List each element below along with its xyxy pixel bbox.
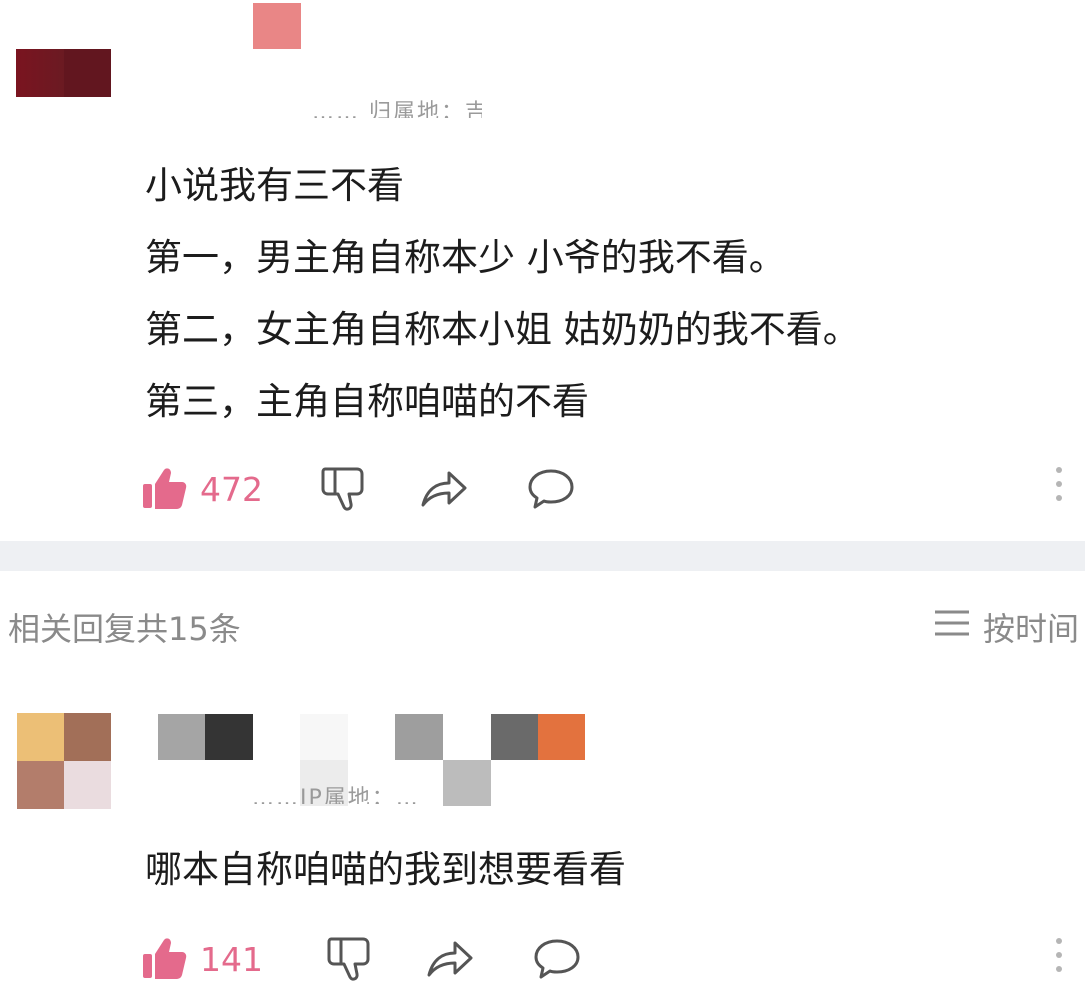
comment-actions: 472 — [140, 464, 575, 514]
like-count: 141 — [200, 939, 263, 979]
share-arrow-icon — [425, 937, 475, 981]
comment-meta: …… 归属地：吉林 — [312, 100, 482, 118]
dislike-button[interactable] — [325, 935, 373, 983]
thumbs-up-icon — [140, 936, 188, 982]
reply-text: 哪本自称咱喵的我到想要看看 — [145, 835, 626, 905]
dislike-button[interactable] — [319, 465, 367, 513]
comment-line: 第三，主角自称咱喵的不看 — [145, 380, 589, 423]
reply-actions: 141 — [140, 934, 581, 984]
sort-label: 按时间 — [982, 610, 1079, 648]
comment-line: 第二，女主角自称本小姐 姑奶奶的我不看。 — [145, 308, 860, 351]
comment-text: 小说我有三不看 第一，男主角自称本少 小爷的我不看。 第二，女主角自称本小姐 姑… — [145, 150, 860, 438]
like-button[interactable]: 141 — [140, 936, 263, 982]
thumbs-down-icon — [319, 465, 367, 513]
mosaic-username-top — [253, 3, 301, 49]
thumbs-up-icon — [140, 466, 188, 512]
reply-line: 哪本自称咱喵的我到想要看看 — [145, 848, 626, 891]
share-button[interactable] — [425, 937, 475, 981]
section-divider — [0, 541, 1085, 571]
replies-header: 相关回复共15条 按时间 — [0, 600, 1085, 650]
like-count: 472 — [200, 469, 263, 509]
thumbs-down-icon — [325, 935, 373, 983]
like-button[interactable]: 472 — [140, 466, 263, 512]
reply-meta: ……IP属地：… — [252, 786, 420, 804]
comment-line: 小说我有三不看 — [145, 164, 404, 207]
speech-bubble-icon — [533, 937, 581, 981]
share-arrow-icon — [419, 467, 469, 511]
speech-bubble-icon — [527, 467, 575, 511]
more-vertical-icon[interactable] — [1055, 467, 1063, 509]
share-button[interactable] — [419, 467, 469, 511]
reply-button[interactable] — [527, 467, 575, 511]
comment-thread-page: …… 归属地：吉林 小说我有三不看 第一，男主角自称本少 小爷的我不看。 第二，… — [0, 0, 1085, 996]
reply-button[interactable] — [533, 937, 581, 981]
avatar-mosaic-part — [64, 49, 111, 97]
sort-by-time-button[interactable]: 按时间 — [933, 604, 1079, 650]
more-vertical-icon[interactable] — [1055, 938, 1063, 980]
replies-count-title: 相关回复共15条 — [8, 610, 241, 648]
reply-avatar[interactable] — [17, 713, 111, 809]
menu-lines-icon — [933, 608, 983, 646]
comment-line: 第一，男主角自称本少 小爷的我不看。 — [145, 236, 786, 279]
